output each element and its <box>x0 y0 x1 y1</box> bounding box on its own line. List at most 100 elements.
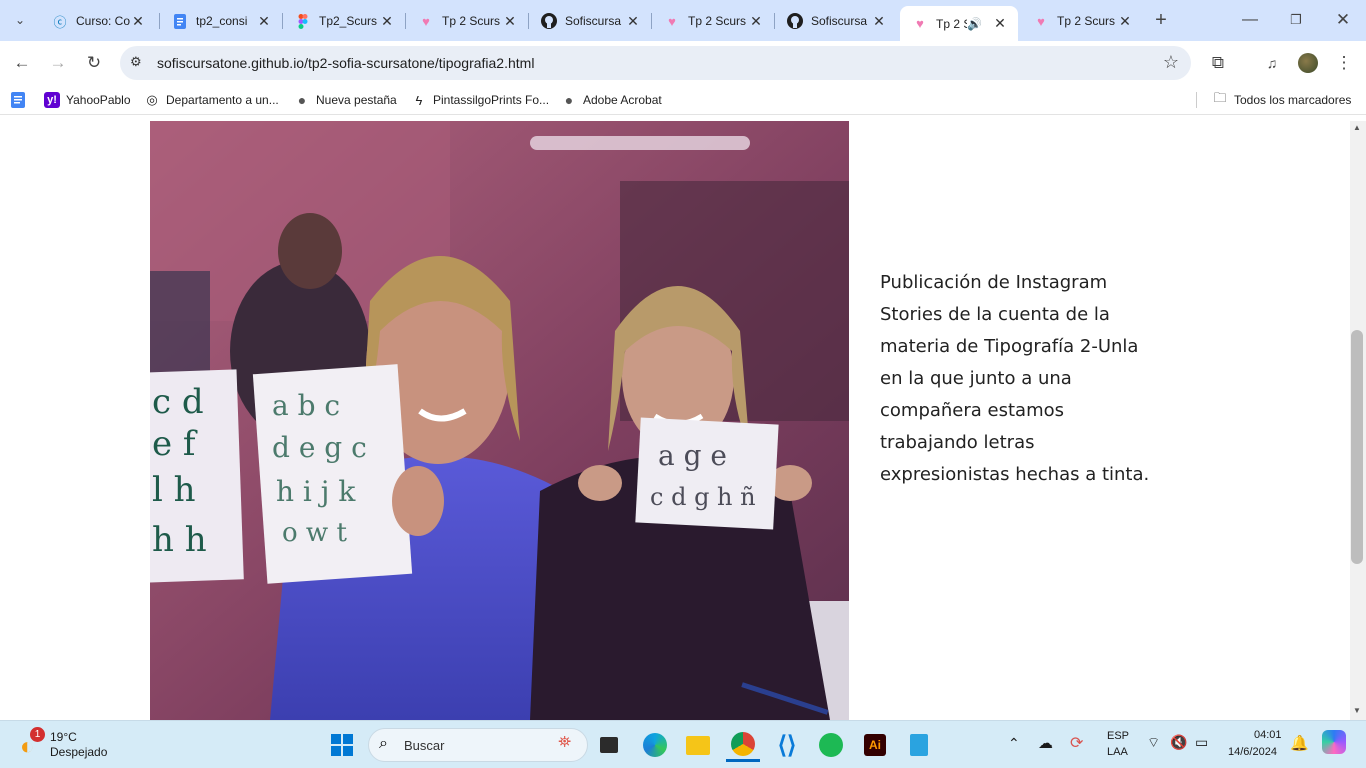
close-icon: ✕ <box>1335 10 1351 29</box>
tab-label: Tp 2 Scurs <box>442 14 501 28</box>
tab-8[interactable]: ♥ Tp 2 Scurs ✕ <box>1021 6 1143 36</box>
close-window-button[interactable]: ✕ <box>1329 6 1357 34</box>
close-icon[interactable]: ✕ <box>502 13 518 29</box>
reload-icon: ↻ <box>86 53 102 72</box>
bookmark-0[interactable]: y! YahooPablo <box>44 92 131 108</box>
docs-icon <box>10 92 26 108</box>
github-icon <box>787 13 803 29</box>
illustrator-app[interactable]: Ai <box>858 728 892 762</box>
star-icon[interactable]: ☆ <box>1163 52 1179 73</box>
restore-icon: ❐ <box>1290 12 1302 27</box>
tab-0[interactable]: ⓒ Curso: Co ✕ <box>40 6 156 36</box>
site-settings-icon[interactable]: ⚙ <box>130 54 142 70</box>
profile-avatar[interactable] <box>1294 49 1322 77</box>
folder-icon <box>686 735 710 755</box>
tab-label: Curso: Co <box>76 14 130 28</box>
close-icon[interactable]: ✕ <box>130 13 146 29</box>
volume-muted-icon[interactable]: 🔇 <box>1170 734 1187 751</box>
photo-sheet-letters: d e g c <box>272 431 367 464</box>
globe-icon: ● <box>297 92 307 108</box>
back-button[interactable]: ← <box>8 49 36 77</box>
tab-search-button[interactable]: ⌄ <box>6 6 34 34</box>
bookmark-3[interactable]: ϟ PintassilgoPrints Fo... <box>411 92 550 108</box>
instagram-story-photo: c d e f l h h h a b c d e g c h i j k o … <box>150 121 849 720</box>
chevron-up-icon[interactable]: ⌃ <box>1008 735 1020 752</box>
tab-1[interactable]: tp2_consi ✕ <box>160 6 282 36</box>
tab-2[interactable]: Tp2_Scurs ✕ <box>283 6 405 36</box>
chevron-down-icon: ⌄ <box>14 13 26 27</box>
minimize-button[interactable]: — <box>1236 6 1264 34</box>
tab-4[interactable]: Sofiscursa ✕ <box>529 6 651 36</box>
bookmark-4[interactable]: ● Adobe Acrobat <box>561 92 662 108</box>
forward-button[interactable]: → <box>44 49 72 77</box>
bookmark-2[interactable]: ● Nueva pestaña <box>294 92 397 108</box>
yahoo-icon: y! <box>44 92 60 108</box>
language-line1[interactable]: ESP <box>1107 730 1129 742</box>
battery-icon[interactable]: ▭ <box>1195 734 1208 751</box>
plus-icon: + <box>1155 8 1167 31</box>
notification-bell-icon[interactable]: 🔔 <box>1290 734 1309 752</box>
tab-5[interactable]: ♥ Tp 2 Scurs ✕ <box>652 6 774 36</box>
close-icon[interactable]: ✕ <box>256 13 272 29</box>
all-bookmarks[interactable]: 🗀 Todos los marcadores <box>1212 90 1352 108</box>
media-icon: ♫ <box>1266 55 1278 71</box>
web-page: c d e f l h h h a b c d e g c h i j k o … <box>0 121 1350 720</box>
sync-icon[interactable]: ⟳ <box>1070 733 1083 753</box>
clock-date[interactable]: 14/6/2024 <box>1228 746 1277 758</box>
windows-icon <box>331 734 353 756</box>
file-explorer-app[interactable] <box>681 728 715 762</box>
all-bookmarks-label: Todos los marcadores <box>1234 93 1352 107</box>
tab-label: Tp2_Scurs <box>319 14 378 28</box>
close-icon[interactable]: ✕ <box>625 13 641 29</box>
chrome-icon <box>731 731 755 756</box>
close-icon[interactable]: ✕ <box>379 13 395 29</box>
bookmark-1[interactable]: ◎ Departamento a un... <box>144 92 278 108</box>
speaker-icon[interactable]: 🔊 <box>967 17 982 31</box>
photo-sheet-letters: c d g h ñ <box>650 483 756 511</box>
reload-button[interactable]: ↻ <box>80 49 108 77</box>
tab-6[interactable]: Sofiscursa ✕ <box>775 6 897 36</box>
notepad-app[interactable] <box>902 728 936 762</box>
close-icon[interactable]: ✕ <box>871 13 887 29</box>
tab-label: tp2_consi <box>196 14 248 28</box>
vscode-app[interactable]: ⟨⟩ <box>770 728 804 762</box>
photo-sheet-letters: a g e <box>658 439 727 472</box>
scroll-up-icon[interactable]: ▲ <box>1353 123 1361 132</box>
tab-7-active[interactable]: ♥ Tp 2 S 🔊 ✕ <box>900 6 1018 41</box>
copilot-icon[interactable] <box>1322 730 1346 754</box>
photo-sheet-letters: l h <box>152 470 196 510</box>
url-text[interactable]: sofiscursatone.github.io/tp2-sofia-scurs… <box>157 55 534 71</box>
extensions-button[interactable]: ⧉ <box>1204 49 1232 77</box>
weather-desc: Despejado <box>50 745 108 759</box>
language-line2[interactable]: LAA <box>1107 746 1128 758</box>
spotify-app[interactable] <box>814 728 848 762</box>
start-button[interactable] <box>325 728 359 762</box>
close-icon[interactable]: ✕ <box>992 15 1008 32</box>
wifi-icon[interactable]: ⌔ <box>1147 734 1160 752</box>
edge-icon <box>643 733 667 757</box>
heart-icon: ♥ <box>668 13 676 29</box>
close-icon[interactable]: ✕ <box>1117 13 1133 29</box>
restore-button[interactable]: ❐ <box>1282 6 1310 34</box>
chrome-app[interactable] <box>726 728 760 762</box>
avatar <box>1298 53 1318 73</box>
clock-time[interactable]: 04:01 <box>1254 729 1282 741</box>
bookmark-apps[interactable] <box>10 92 32 108</box>
taskbar-search[interactable]: ⌕ Buscar ⛯ <box>368 728 588 762</box>
close-icon[interactable]: ✕ <box>748 13 764 29</box>
task-view-button[interactable] <box>592 728 626 762</box>
new-tab-button[interactable]: + <box>1147 6 1175 34</box>
vscode-icon: ⟨⟩ <box>777 731 797 759</box>
kebab-menu-icon: ⋮ <box>1335 53 1353 72</box>
menu-button[interactable]: ⋮ <box>1330 49 1358 77</box>
globe-icon: ● <box>564 92 574 108</box>
address-bar[interactable]: ⚙ sofiscursatone.github.io/tp2-sofia-scu… <box>120 46 1191 80</box>
weather-widget[interactable]: ◐ 1 19°C Despejado <box>18 727 128 763</box>
scroll-down-icon[interactable]: ▼ <box>1353 706 1361 715</box>
media-control-button[interactable]: ♫ <box>1258 49 1286 77</box>
photo-sheet-letters: h h <box>152 520 207 560</box>
scrollbar-thumb[interactable] <box>1351 330 1363 564</box>
edge-app[interactable] <box>638 728 672 762</box>
cloud-icon[interactable]: ☁ <box>1038 734 1053 752</box>
tab-3[interactable]: ♥ Tp 2 Scurs ✕ <box>406 6 528 36</box>
